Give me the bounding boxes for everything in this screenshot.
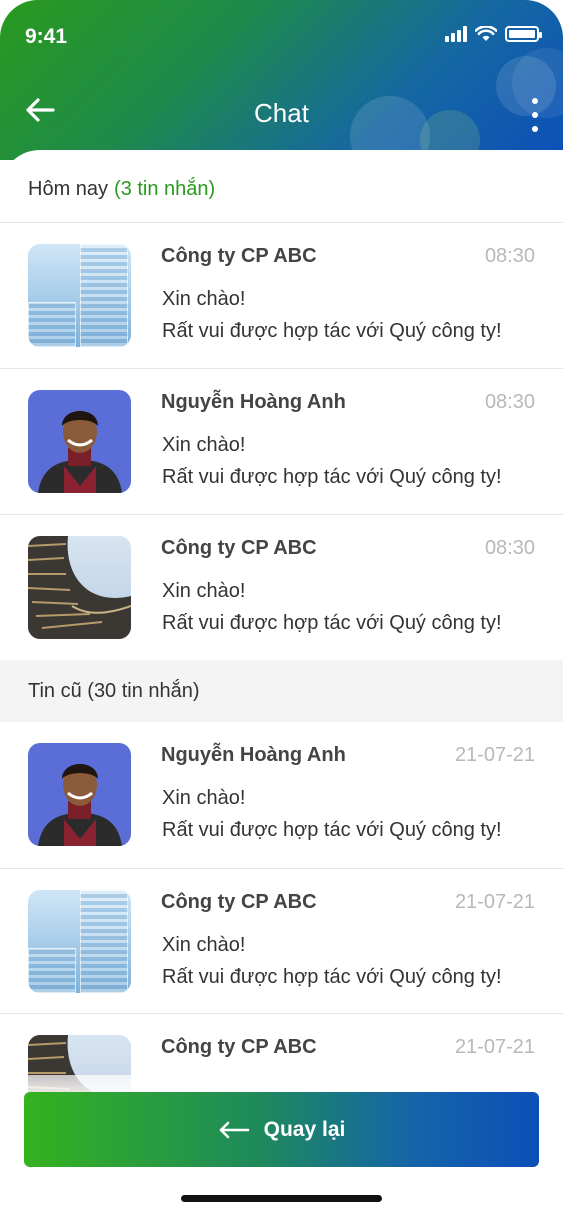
message-count: (3 tin nhắn) [114, 177, 216, 200]
chat-row[interactable]: Nguyễn Hoàng Anh 21-07-21 Xin chào! Rất … [0, 722, 563, 868]
sender-name: Công ty CP ABC [161, 537, 317, 559]
message-line: Xin chào! [162, 580, 246, 602]
message-time: 21-07-21 [454, 1036, 535, 1058]
section-label: Tin cũ (30 tin nhắn) [28, 679, 200, 702]
button-label: Quay lại [263, 1117, 346, 1141]
more-options-button[interactable] [523, 98, 547, 132]
message-line: Xin chào! [162, 434, 246, 456]
chat-row[interactable]: Nguyễn Hoàng Anh 08:30 Xin chào! Rất vui… [0, 368, 563, 514]
message-line: Rất vui được hợp tác với Quý công ty! [162, 320, 502, 342]
battery-icon [505, 26, 542, 42]
message-time: 08:30 [484, 245, 535, 267]
avatar [28, 244, 131, 347]
message-line: Xin chào! [162, 934, 246, 956]
message-time: 08:30 [484, 537, 535, 559]
sender-name: Công ty CP ABC [161, 891, 317, 913]
app-header: 9:41 Chat [0, 0, 563, 160]
message-time: 08:30 [484, 391, 535, 413]
chat-row[interactable]: Công ty CP ABC 21-07-21 Xin chào! Rất vu… [0, 868, 563, 1014]
message-line: Rất vui được hợp tác với Quý công ty! [162, 819, 502, 841]
wifi-icon [475, 26, 497, 41]
cellular-signal-icon [445, 26, 467, 42]
avatar [28, 536, 131, 639]
message-line: Rất vui được hợp tác với Quý công ty! [162, 612, 502, 634]
home-indicator[interactable] [181, 1195, 382, 1202]
avatar [28, 743, 131, 846]
back-to-previous-button[interactable]: Quay lại [24, 1092, 539, 1167]
avatar [28, 890, 131, 993]
footer: Quay lại [0, 1075, 563, 1219]
section-header-today: Hôm nay (3 tin nhắn) [0, 158, 563, 220]
page-title: Chat [254, 98, 309, 128]
message-line: Rất vui được hợp tác với Quý công ty! [162, 966, 502, 988]
more-vertical-icon [532, 98, 538, 104]
clock: 9:41 [25, 25, 68, 48]
sender-name: Công ty CP ABC [161, 1036, 317, 1058]
message-line: Xin chào! [162, 787, 246, 809]
section-header-older: Tin cũ (30 tin nhắn) [0, 660, 563, 722]
section-label: Hôm nay [28, 177, 109, 200]
message-line: Rất vui được hợp tác với Quý công ty! [162, 466, 502, 488]
avatar [28, 390, 131, 493]
sender-name: Nguyễn Hoàng Anh [161, 391, 346, 413]
message-time: 21-07-21 [454, 891, 535, 913]
message-line: Xin chào! [162, 288, 246, 310]
sender-name: Công ty CP ABC [161, 245, 317, 267]
sender-name: Nguyễn Hoàng Anh [161, 744, 346, 766]
chat-list: Hôm nay (3 tin nhắn) Công ty CP ABC 08:3… [0, 150, 563, 1219]
chat-row[interactable]: Công ty CP ABC 08:30 Xin chào! Rất vui đ… [0, 222, 563, 368]
arrow-left-icon [219, 1121, 249, 1138]
status-bar: 9:41 [0, 18, 563, 58]
chat-row[interactable]: Công ty CP ABC 08:30 Xin chào! Rất vui đ… [0, 514, 563, 660]
message-time: 21-07-21 [454, 744, 535, 766]
